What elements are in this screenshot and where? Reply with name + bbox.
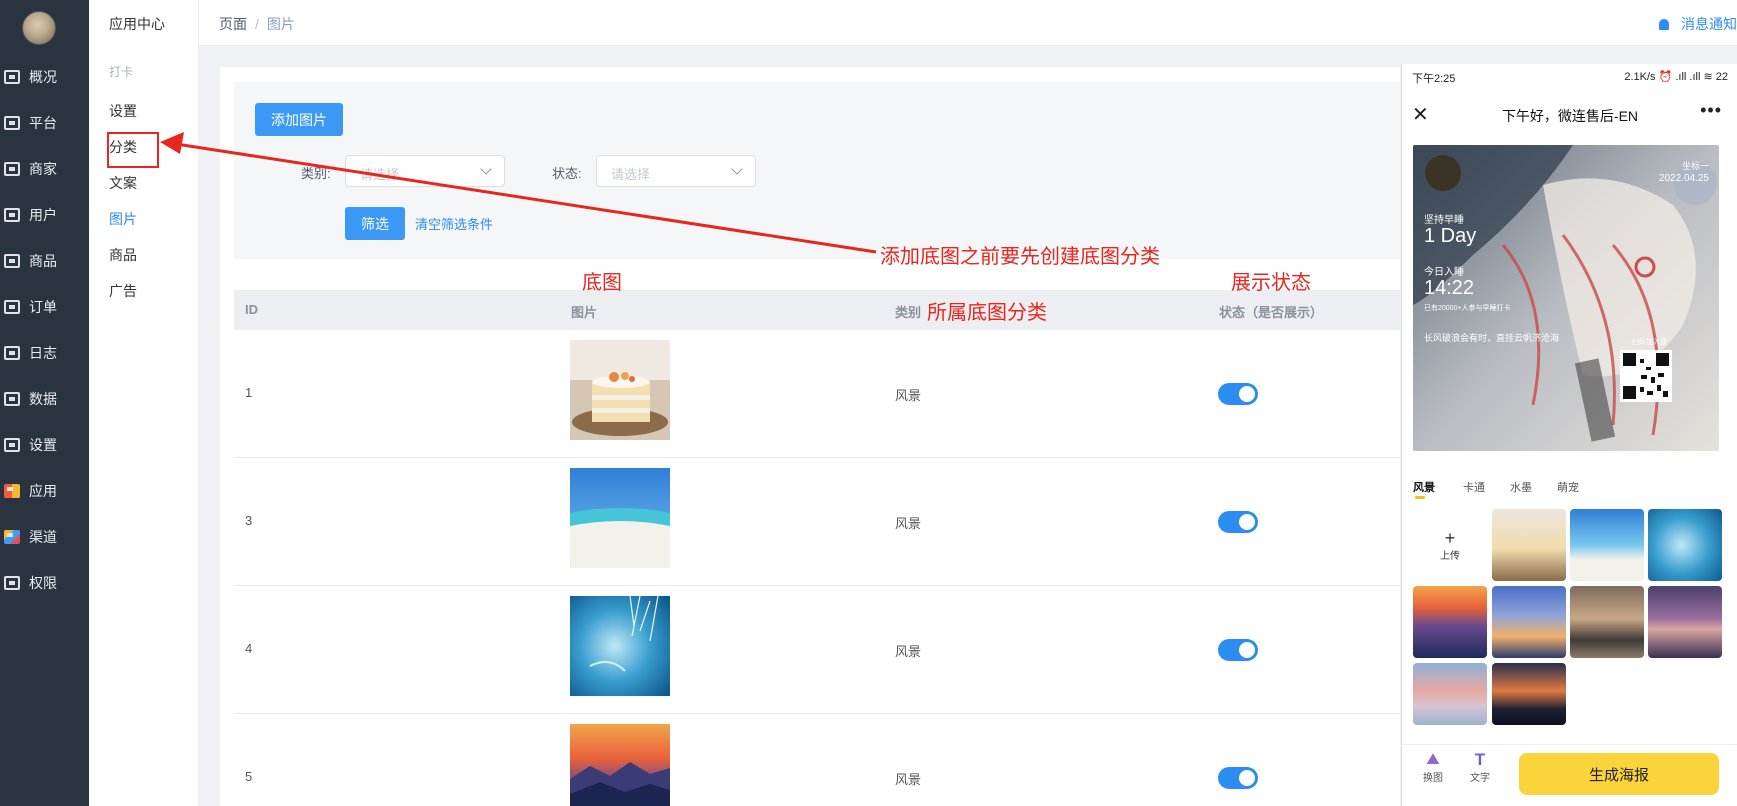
tab-ink[interactable]: 水墨 — [1510, 479, 1532, 495]
poster-streak-label: 坚持早睡 — [1424, 215, 1464, 226]
annotation-category-note: 所属底图分类 — [927, 302, 1047, 324]
bg-option-dusk[interactable] — [1648, 586, 1722, 658]
phone-status-icons: 2.1K/s ⏰ .ıll .ıll ≋ 22 — [1624, 71, 1728, 83]
phone-time: 下午2:25 — [1412, 73, 1456, 85]
phone-title: 下午好，微连售后-EN — [1501, 108, 1639, 124]
more-icon[interactable]: ••• — [1700, 100, 1722, 121]
plus-icon: + — [1444, 527, 1456, 548]
poster-checkin-label: 今日入睡 — [1424, 267, 1464, 278]
annotation-arrow-note: 添加底图之前要先创建底图分类 — [880, 246, 1160, 268]
upload-label: 上传 — [1440, 550, 1460, 562]
tab-landscape[interactable]: 风景 — [1413, 479, 1435, 499]
bg-option-sunset[interactable] — [1413, 586, 1487, 658]
poster-quote: 长风破浪会有时，直挂云帆济沧海 — [1424, 333, 1560, 343]
swap-label: 换图 — [1423, 773, 1443, 784]
poster-checkin-time: 14:22 — [1424, 277, 1475, 299]
bg-option-clouds[interactable] — [1492, 586, 1566, 658]
poster-preview: 坐标一 2022.04.25 坚持早睡 1 Day 今日入睡 14:22 已有2… — [1413, 145, 1719, 451]
upload-tile[interactable]: + 上传 — [1413, 509, 1487, 581]
phone-bottom-bar: ⛰ 换图 T 文字 生成海报 — [1402, 744, 1737, 806]
tab-pets[interactable]: 萌宠 — [1557, 479, 1579, 495]
annotation-status-note: 展示状态 — [1231, 272, 1311, 294]
poster-checkin-sub: 已有20000+人参与早睡打卡 — [1424, 305, 1511, 312]
text-icon: T — [1474, 750, 1486, 769]
text-label: 文字 — [1470, 773, 1490, 784]
bg-option-pink-clouds[interactable] — [1413, 663, 1487, 725]
bg-option-night[interactable] — [1492, 663, 1566, 725]
text-button[interactable]: T 文字 — [1460, 750, 1500, 785]
poster-name-tag: 坐标一 — [1681, 161, 1709, 171]
annotation-image-note: 底图 — [582, 272, 622, 294]
poster-date: 2022.04.25 — [1658, 173, 1709, 184]
bg-option-cake[interactable] — [1492, 509, 1566, 581]
bg-option-beach[interactable] — [1570, 509, 1644, 581]
phone-preview: 下午2:25 2.1K/s ⏰ .ıll .ıll ≋ 22 ✕ 下午好，微连售… — [1401, 64, 1737, 806]
tab-cartoon[interactable]: 卡通 — [1463, 479, 1485, 495]
bg-option-lake[interactable] — [1570, 586, 1644, 658]
poster-qr-caption: 扫码加入我 — [1632, 339, 1667, 346]
phone-header: ✕ 下午好，微连售后-EN ••• — [1402, 96, 1737, 136]
bg-option-frost[interactable] — [1648, 509, 1722, 581]
swap-image-button[interactable]: ⛰ 换图 — [1413, 751, 1453, 784]
phone-status-bar: 下午2:25 2.1K/s ⏰ .ıll .ıll ≋ 22 — [1402, 64, 1737, 88]
generate-poster-button[interactable]: 生成海报 — [1519, 753, 1719, 795]
mountain-icon: ⛰ — [1426, 751, 1440, 768]
poster-streak-value: 1 Day — [1424, 225, 1477, 247]
